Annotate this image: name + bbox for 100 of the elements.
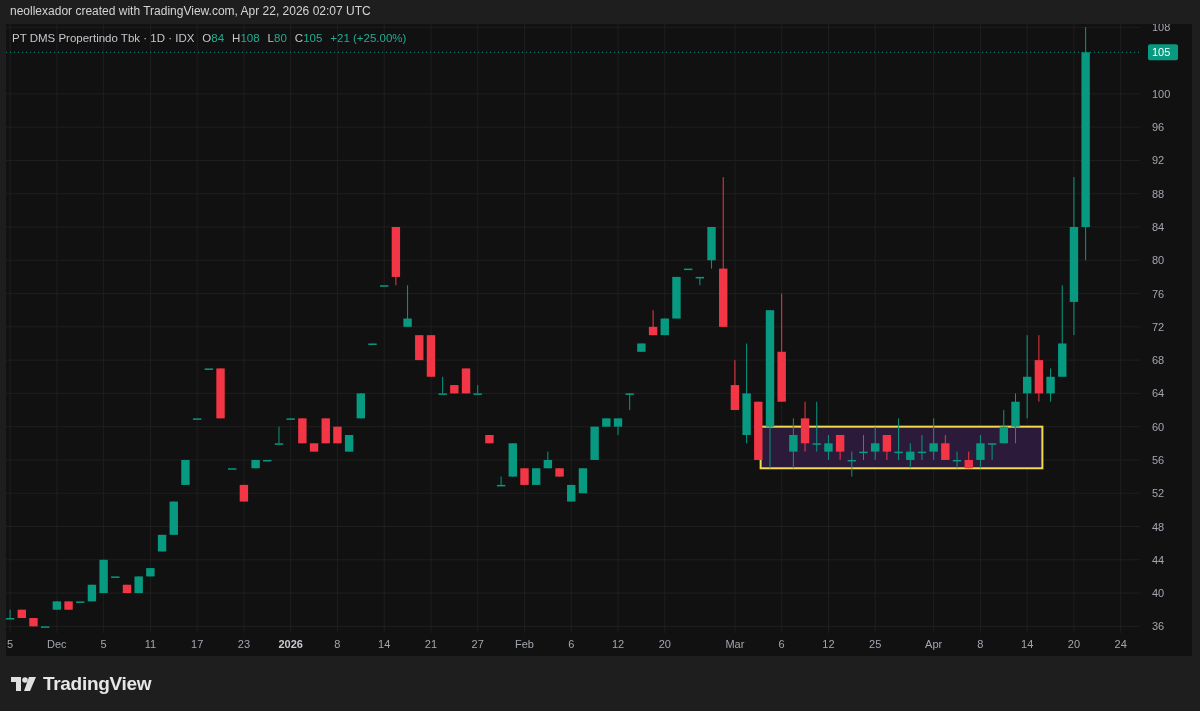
time-axis-label: 8: [334, 638, 341, 650]
candlestick: [894, 417, 903, 461]
candlestick: [637, 343, 646, 353]
candlestick: [520, 467, 529, 486]
ohlc-value: C105: [294, 32, 323, 44]
candlestick: [239, 484, 249, 503]
price-axis-label: 96: [1152, 121, 1165, 134]
candlestick: [263, 459, 272, 462]
candlestick: [333, 426, 342, 444]
brand-name: TradingView: [43, 672, 152, 695]
candlestick: [543, 451, 553, 469]
time-axis-label: 14: [378, 638, 391, 650]
candlestick: [730, 359, 740, 411]
time-axis-label: 5: [100, 638, 107, 650]
price-axis-label: 40: [1152, 587, 1165, 600]
price-axis-label: 64: [1152, 387, 1165, 400]
candlestick: [847, 451, 856, 478]
candlestick: [298, 417, 307, 444]
candlestick: [87, 584, 97, 602]
candlestick: [122, 584, 132, 594]
candlestick: [1046, 367, 1055, 403]
ohlc-value: H108: [232, 32, 260, 44]
time-axis-label: 6: [568, 638, 575, 650]
time-axis-label: 11: [144, 638, 157, 650]
logo-icon: [11, 676, 37, 691]
candlestick: [567, 484, 576, 503]
candlestick: [192, 417, 202, 420]
candlestick: [438, 376, 447, 395]
candlestick: [134, 575, 143, 594]
candlestick: [146, 567, 155, 577]
candlestick: [403, 284, 412, 328]
price-axis-label: 80: [1152, 254, 1165, 267]
time-axis-label: 2026: [278, 638, 303, 650]
candlestick: [286, 417, 295, 420]
candlestick: [485, 434, 494, 444]
candlestick: [309, 442, 319, 453]
candlestick: [391, 226, 401, 286]
price-axis-label: 100: [1152, 87, 1171, 100]
candlestick: [426, 334, 436, 378]
candlestick: [683, 268, 693, 271]
time-axis-label: Dec: [47, 638, 67, 650]
price-axis-label: 48: [1152, 520, 1165, 533]
candlestick: [648, 309, 658, 336]
time-axis-label: 21: [424, 638, 438, 650]
candlestick: [321, 417, 330, 444]
time-axis-label: 25: [869, 638, 882, 650]
candlestick: [871, 426, 880, 461]
time-axis-label: Apr: [925, 638, 943, 650]
time-axis-label: Mar: [725, 638, 745, 650]
candlestick: [917, 434, 927, 461]
price-axis-label: 52: [1152, 487, 1165, 500]
candlestick: [461, 367, 471, 394]
candlestick: [625, 392, 634, 411]
time-axis-label: 20: [658, 638, 671, 650]
candlestick: [368, 343, 377, 345]
candlestick: [695, 276, 705, 286]
price-axis-label: 76: [1152, 287, 1165, 300]
candlestick: [906, 442, 915, 469]
candlestick: [415, 334, 424, 361]
candlestick: [111, 575, 120, 578]
candlestick: [964, 451, 973, 469]
price-axis-label: 92: [1152, 154, 1165, 167]
candlestick: [800, 401, 810, 453]
candlestick: [508, 442, 517, 478]
candlestick: [17, 609, 26, 619]
candlestick: [496, 476, 506, 487]
candlestick: [344, 434, 354, 453]
time-axis-label: 23: [237, 638, 251, 650]
candlestick: [274, 426, 284, 445]
candlestick: [660, 318, 669, 336]
candlestick: [531, 467, 541, 486]
candlestick: [859, 434, 868, 461]
candlestick: [169, 501, 178, 536]
candlestick: [216, 367, 225, 419]
candlestick: [228, 467, 237, 470]
candlestick: [578, 467, 588, 494]
candlestick: [987, 442, 997, 461]
time-axis-label: 12: [822, 638, 835, 650]
candlestick: [590, 426, 599, 461]
time-axis-label: 27: [471, 638, 484, 650]
ohlc-value: O84: [202, 32, 225, 44]
price-axis-label: 56: [1152, 453, 1165, 466]
candlestick: [204, 367, 214, 370]
price-axis-label: 108: [1152, 24, 1171, 34]
ohlc-value: L80: [267, 32, 287, 44]
candlestick: [356, 392, 365, 419]
chart-caption: neollexador created with TradingView.com, Apr 22, 2026 02:07 UTC: [9, 3, 372, 20]
candlestick: [812, 401, 821, 453]
price-change: +21 (+25.00%): [330, 32, 407, 44]
time-axis-label: Feb: [515, 638, 534, 650]
candlestick: [76, 600, 85, 603]
time-axis-label: 6: [778, 638, 785, 650]
time-axis-label: 24: [1114, 638, 1127, 650]
time-axis-label: 17: [191, 638, 204, 650]
price-axis-label: 72: [1152, 320, 1165, 333]
candlestick: [789, 417, 798, 469]
price-axis-label: 36: [1152, 620, 1165, 633]
candlestick: [157, 534, 167, 552]
candlestick: [672, 276, 681, 319]
candlestick: [380, 284, 389, 287]
